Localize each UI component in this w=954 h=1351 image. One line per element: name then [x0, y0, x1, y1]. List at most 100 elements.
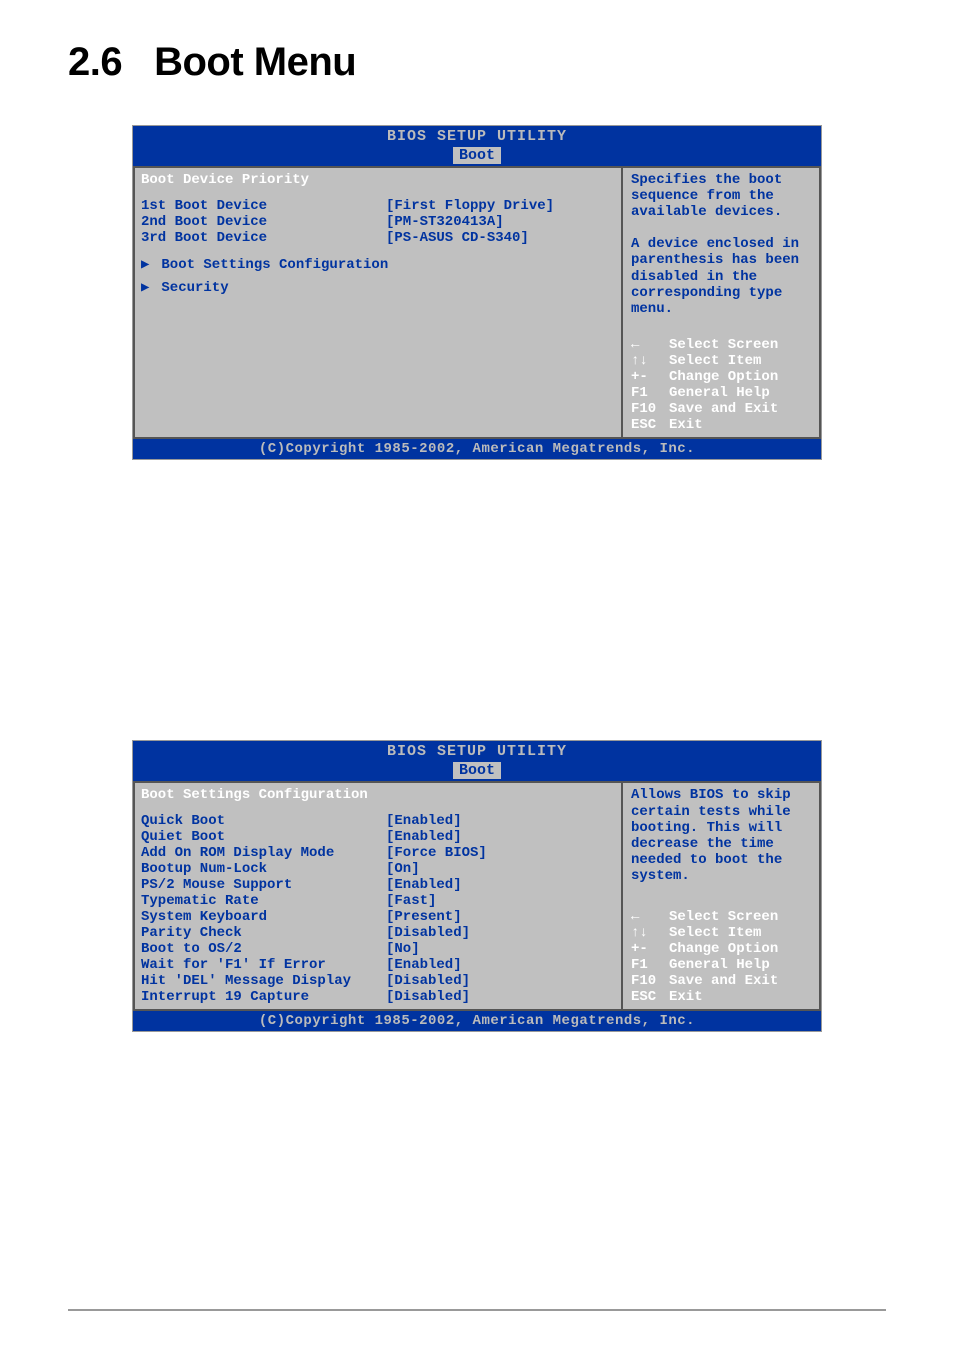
bios-keys-legend: ←Select Screen↑↓Select Item+-Change Opti…	[631, 337, 811, 434]
bios-tab: Boot	[453, 762, 501, 779]
bios-setting-value: [On]	[386, 861, 420, 877]
key-label: Exit	[669, 989, 703, 1005]
bios-body: Boot Device Priority 1st Boot Device[Fir…	[133, 166, 821, 439]
key-icon: ↑↓	[631, 925, 669, 941]
bios-setting-row: Boot to OS/2[No]	[141, 941, 615, 957]
bios-submenu-item: ▶ Boot Settings Configuration	[141, 256, 615, 273]
key-label: Exit	[669, 417, 703, 433]
bios-keys-legend: ←Select Screen↑↓Select Item+-Change Opti…	[631, 909, 811, 1006]
key-icon: ↑↓	[631, 353, 669, 369]
bios-left-panel: Boot Settings Configuration Quick Boot[E…	[133, 781, 621, 1011]
bios-setting-value: [Present]	[386, 909, 462, 925]
bios-title: BIOS SETUP UTILITY	[133, 743, 821, 760]
bios-setting-value: [Disabled]	[386, 973, 470, 989]
page-heading: 2.6 Boot Menu	[0, 0, 954, 85]
bios-setting-label: PS/2 Mouse Support	[141, 877, 386, 893]
bios-help-text: Allows BIOS to skip certain tests while …	[631, 787, 811, 884]
bios-key-row: ESCExit	[631, 989, 811, 1005]
bios-right-panel: Specifies the boot sequence from the ava…	[621, 166, 821, 439]
bios-setting-label: 3rd Boot Device	[141, 230, 386, 246]
bios-submenus: ▶ Boot Settings Configuration▶ Security	[141, 256, 615, 296]
bios-setting-row: Wait for 'F1' If Error[Enabled]	[141, 957, 615, 973]
bios-setting-row: System Keyboard[Present]	[141, 909, 615, 925]
bios-setting-row: Parity Check[Disabled]	[141, 925, 615, 941]
bios-setting-label: Quiet Boot	[141, 829, 386, 845]
key-icon: F10	[631, 973, 669, 989]
triangle-right-icon: ▶	[141, 279, 153, 296]
bios-submenu-label: Boot Settings Configuration	[153, 257, 388, 273]
key-icon: ESC	[631, 989, 669, 1005]
key-icon: F1	[631, 957, 669, 973]
bios-setting-value: [Enabled]	[386, 829, 462, 845]
bios-tab: Boot	[453, 147, 501, 164]
bios-setting-label: 2nd Boot Device	[141, 214, 386, 230]
bios-setting-value: [First Floppy Drive]	[386, 198, 554, 214]
bios-key-row: F10Save and Exit	[631, 401, 811, 417]
bios-setting-label: Parity Check	[141, 925, 386, 941]
bios-setting-label: 1st Boot Device	[141, 198, 386, 214]
bios-setting-label: Add On ROM Display Mode	[141, 845, 386, 861]
bios-setting-label: Quick Boot	[141, 813, 386, 829]
triangle-right-icon: ▶	[141, 256, 153, 273]
bios-setting-value: [Force BIOS]	[386, 845, 487, 861]
bios-key-row: ↑↓Select Item	[631, 925, 811, 941]
bios-key-row: ↑↓Select Item	[631, 353, 811, 369]
key-icon: F1	[631, 385, 669, 401]
bios-setting-value: [Enabled]	[386, 877, 462, 893]
bios-footer: (C)Copyright 1985-2002, American Megatre…	[133, 439, 821, 459]
bios-setting-value: [Disabled]	[386, 925, 470, 941]
bios-key-row: F10Save and Exit	[631, 973, 811, 989]
bios-setting-row: Quick Boot[Enabled]	[141, 813, 615, 829]
bios-setting-row: 3rd Boot Device[PS-ASUS CD-S340]	[141, 230, 615, 246]
key-icon: +-	[631, 369, 669, 385]
bios-setting-label: Interrupt 19 Capture	[141, 989, 386, 1005]
key-label: Select Screen	[669, 909, 778, 925]
bios-setting-value: [Disabled]	[386, 989, 470, 1005]
bios-setting-row: PS/2 Mouse Support[Enabled]	[141, 877, 615, 893]
bios-header: BIOS SETUP UTILITY Boot	[133, 741, 821, 781]
bios-items-list: Quick Boot[Enabled]Quiet Boot[Enabled]Ad…	[141, 813, 615, 1005]
bios-key-row: +-Change Option	[631, 369, 811, 385]
key-icon: ESC	[631, 417, 669, 433]
bios-key-row: F1General Help	[631, 957, 811, 973]
bios-footer: (C)Copyright 1985-2002, American Megatre…	[133, 1011, 821, 1031]
bios-setting-value: [No]	[386, 941, 420, 957]
bios-title: BIOS SETUP UTILITY	[133, 128, 821, 145]
bios-setting-label: System Keyboard	[141, 909, 386, 925]
key-label: Select Screen	[669, 337, 778, 353]
bios-setting-value: [PS-ASUS CD-S340]	[386, 230, 529, 246]
key-icon: ←	[631, 337, 669, 353]
key-label: General Help	[669, 957, 770, 973]
bios-screenshot-2: BIOS SETUP UTILITY Boot Boot Settings Co…	[132, 740, 822, 1032]
bios-setting-row: Add On ROM Display Mode[Force BIOS]	[141, 845, 615, 861]
bios-key-row: +-Change Option	[631, 941, 811, 957]
bios-setting-value: [PM-ST320413A]	[386, 214, 504, 230]
bios-setting-label: Hit 'DEL' Message Display	[141, 973, 386, 989]
bios-key-row: F1General Help	[631, 385, 811, 401]
page-footer-rule	[68, 1309, 886, 1311]
bios-screenshot-1: BIOS SETUP UTILITY Boot Boot Device Prio…	[132, 125, 822, 460]
bios-setting-label: Bootup Num-Lock	[141, 861, 386, 877]
key-label: General Help	[669, 385, 770, 401]
bios-section-title: Boot Device Priority	[141, 172, 615, 188]
bios-setting-row: 1st Boot Device[First Floppy Drive]	[141, 198, 615, 214]
bios-items-list: 1st Boot Device[First Floppy Drive]2nd B…	[141, 198, 615, 246]
key-icon: +-	[631, 941, 669, 957]
bios-setting-value: [Enabled]	[386, 813, 462, 829]
bios-setting-row: Typematic Rate[Fast]	[141, 893, 615, 909]
section-number: 2.6	[68, 40, 122, 85]
bios-key-row: ←Select Screen	[631, 337, 811, 353]
bios-setting-value: [Enabled]	[386, 957, 462, 973]
key-label: Change Option	[669, 369, 778, 385]
section-title: Boot Menu	[154, 40, 356, 84]
bios-setting-row: Hit 'DEL' Message Display[Disabled]	[141, 973, 615, 989]
key-label: Select Item	[669, 925, 761, 941]
key-label: Save and Exit	[669, 973, 778, 989]
bios-setting-label: Typematic Rate	[141, 893, 386, 909]
key-icon: F10	[631, 401, 669, 417]
bios-section-title: Boot Settings Configuration	[141, 787, 615, 803]
bios-setting-label: Boot to OS/2	[141, 941, 386, 957]
bios-help-text: Specifies the boot sequence from the ava…	[631, 172, 811, 317]
bios-right-panel: Allows BIOS to skip certain tests while …	[621, 781, 821, 1011]
key-label: Select Item	[669, 353, 761, 369]
